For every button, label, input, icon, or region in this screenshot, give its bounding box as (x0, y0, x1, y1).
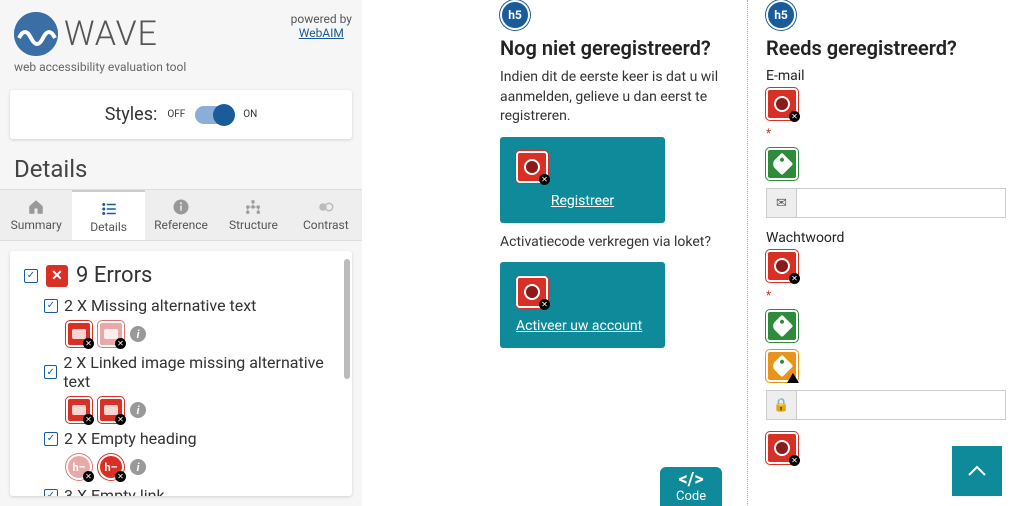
alt-missing-icon[interactable]: ✕ (98, 321, 124, 347)
code-panel-tab[interactable]: </> Code (660, 467, 722, 506)
register-heading: Nog niet geregistreerd? (500, 36, 729, 60)
email-input-group: ✉ (766, 188, 1006, 218)
password-field[interactable] (796, 390, 1006, 420)
required-marker: * (766, 126, 1006, 140)
password-input-group: 🔒 (766, 390, 1006, 420)
linked-alt-missing-icon[interactable]: ✕ (66, 397, 92, 423)
lock-icon: 🔒 (766, 390, 796, 420)
tab-structure[interactable]: Structure (217, 190, 289, 240)
envelope-icon: ✉ (766, 188, 796, 218)
details-panel: ✕ 9 Errors 2 X Missing alternative text … (10, 251, 352, 496)
info-icon[interactable]: i (130, 402, 146, 418)
tab-contrast[interactable]: Contrast (290, 190, 362, 240)
error-item-2-label: 2 X Empty heading (64, 429, 197, 448)
error-marker-icon: ✕ (766, 250, 798, 282)
panel-scrollbar[interactable] (344, 259, 350, 379)
error-item-2-checkbox[interactable] (44, 432, 58, 446)
alt-missing-icon[interactable]: ✕ (66, 321, 92, 347)
error-item-3-checkbox[interactable] (44, 489, 58, 497)
tab-details-label: Details (90, 220, 127, 234)
error-item-1: 2 X Linked image missing alternative tex… (44, 353, 338, 423)
empty-heading-icon[interactable]: h–✕ (98, 454, 124, 480)
activate-link[interactable]: Activeer uw account (516, 318, 649, 334)
info-icon[interactable]: i (130, 326, 146, 342)
error-item-0: 2 X Missing alternative text ✕ ✕ i (44, 296, 338, 347)
tab-reference-label: Reference (154, 218, 208, 232)
login-heading: Reeds geregistreerd? (766, 36, 1006, 60)
h5-badge-icon: h5 (766, 0, 796, 30)
back-to-top-button[interactable] (952, 446, 1002, 496)
error-item-3-label: 3 X Empty link (64, 486, 165, 496)
info-icon[interactable]: i (130, 459, 146, 475)
wave-sidebar: WAVE powered by WebAIM web accessibility… (0, 0, 362, 506)
category-errors-title: 9 Errors (76, 263, 152, 288)
empty-heading-icon[interactable]: h–✕ (66, 454, 92, 480)
label-feature-icon (766, 310, 798, 342)
info-icon (172, 198, 190, 216)
error-marker-icon: ✕ (516, 276, 548, 308)
error-marker-icon: ✕ (766, 432, 798, 464)
h5-badge-icon: h5 (500, 0, 530, 30)
error-item-0-label: 2 X Missing alternative text (64, 296, 256, 315)
activation-text: Activatiecode verkregen via loket? (500, 233, 729, 253)
styles-toggle-box: Styles: OFF ON (10, 90, 352, 139)
page-content: h5 Nog niet geregistreerd? Indien dit de… (362, 0, 1024, 506)
login-column: h5 Reeds geregistreerd? E-mail ✕ * ✉ Wac… (748, 0, 1024, 506)
errors-icon: ✕ (46, 265, 68, 287)
required-marker: * (766, 288, 1006, 302)
register-button[interactable]: ✕ Registreer (500, 137, 665, 223)
tab-structure-label: Structure (229, 218, 278, 232)
styles-toggle[interactable] (195, 106, 233, 124)
tab-details[interactable]: Details (72, 190, 144, 240)
category-errors-checkbox[interactable] (24, 269, 38, 283)
details-heading: Details (0, 145, 362, 189)
error-marker-icon: ✕ (516, 151, 548, 183)
register-column: h5 Nog niet geregistreerd? Indien dit de… (482, 0, 748, 506)
wave-logo-icon (14, 12, 58, 56)
category-errors-row: ✕ 9 Errors (24, 263, 338, 288)
error-item-0-checkbox[interactable] (44, 299, 58, 313)
error-item-3: 3 X Empty link (44, 486, 338, 496)
error-item-1-label: 2 X Linked image missing alternative tex… (63, 353, 338, 391)
chevron-up-icon (965, 459, 989, 483)
toggle-on-label: ON (243, 109, 257, 120)
webaim-link[interactable]: WebAIM (299, 26, 344, 40)
brand-header: WAVE powered by WebAIM (0, 0, 362, 60)
linked-alt-missing-icon[interactable]: ✕ (98, 397, 124, 423)
tab-reference[interactable]: Reference (145, 190, 217, 240)
contrast-icon (317, 198, 335, 216)
email-field[interactable] (796, 188, 1006, 218)
powered-by-text: powered by (291, 12, 352, 26)
alert-feature-icon (766, 350, 798, 382)
list-icon (100, 200, 118, 218)
tree-icon (244, 198, 262, 216)
toggle-knob-icon (213, 104, 235, 126)
register-link[interactable]: Registreer (516, 193, 649, 209)
error-marker-icon: ✕ (766, 88, 798, 120)
register-desc: Indien dit de eerste keer is dat u wil a… (500, 68, 729, 127)
brand-subtitle: web accessibility evaluation tool (0, 60, 362, 84)
styles-label: Styles: (105, 104, 158, 125)
error-item-1-checkbox[interactable] (44, 365, 57, 379)
activate-button[interactable]: ✕ Activeer uw account (500, 262, 665, 348)
error-item-2: 2 X Empty heading h–✕ h–✕ i (44, 429, 338, 480)
tab-contrast-label: Contrast (303, 218, 349, 232)
tab-summary-label: Summary (11, 218, 62, 232)
sidebar-tabs: Summary Details Reference Structure Cont… (0, 189, 362, 241)
brand-title: WAVE (64, 14, 158, 54)
password-label: Wachtwoord (766, 230, 1006, 246)
brand-powered: powered by WebAIM (291, 12, 352, 40)
label-feature-icon (766, 148, 798, 180)
home-icon (27, 198, 45, 216)
code-icon: </> (678, 471, 703, 489)
tab-summary[interactable]: Summary (0, 190, 72, 240)
toggle-off-label: OFF (167, 109, 185, 120)
code-tab-label: Code (676, 489, 706, 504)
email-label: E-mail (766, 68, 1006, 84)
brand-left: WAVE (14, 12, 158, 56)
